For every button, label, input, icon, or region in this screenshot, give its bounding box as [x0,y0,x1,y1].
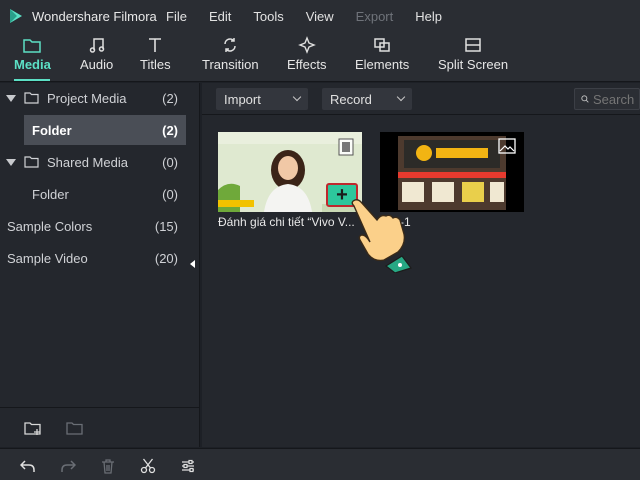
chevron-down-icon [292,92,302,102]
sparkle-icon [297,36,316,54]
caret-down-icon[interactable] [6,158,16,166]
redo-icon [61,460,76,472]
menu-file[interactable]: File [166,9,187,24]
tree-project-media[interactable]: Project Media (2) [0,83,186,113]
tree-folder-selected[interactable]: Folder (2) [24,115,186,145]
pointing-hand-icon [351,199,412,273]
menu-export: Export [355,8,394,24]
new-folder-icon[interactable] [24,420,42,436]
tab-split-screen-label: Split Screen [438,57,509,72]
delete-icon [102,459,114,474]
menu-edit[interactable]: Edit [209,9,231,24]
split-screen-icon [465,38,481,52]
caret-down-icon[interactable] [6,94,16,102]
scissors-icon[interactable] [140,458,156,474]
title-bar: Wondershare Filmora File Edit Tools View… [0,0,640,32]
tree-shared-folder[interactable]: Folder (0) [0,179,186,209]
tab-split-screen[interactable]: Split Screen [438,36,508,78]
clip-thumbnail[interactable]: + [218,132,362,212]
sidebar-footer [0,407,200,447]
menu-view[interactable]: View [306,9,334,24]
module-toolbar: Media Audio Titles Transition Effects El… [0,32,640,82]
media-clip[interactable]: + Đánh giá chi tiết “Vivo V... [218,132,364,229]
elements-icon [374,38,390,52]
search-input[interactable] [593,91,639,107]
tab-transition[interactable]: Transition [202,36,259,78]
tab-effects-label: Effects [287,57,327,72]
search-icon [581,95,589,103]
tab-effects[interactable]: Effects [287,36,327,78]
tree-shared-media[interactable]: Shared Media (0) [0,147,186,177]
tree-label: Folder [32,186,69,202]
filmora-logo-icon [8,8,24,24]
tab-elements[interactable]: Elements [355,36,409,78]
tab-audio[interactable]: Audio [80,36,113,78]
item-count: (20) [154,250,178,266]
folder-icon [24,92,39,104]
tree-sample-video[interactable]: Sample Video (20) [0,243,186,273]
music-note-icon [89,38,104,53]
record-dropdown[interactable]: Record [322,88,412,110]
app-title: Wondershare Filmora [32,8,157,24]
tab-transition-label: Transition [202,57,259,72]
collapse-sidebar-icon[interactable] [190,260,195,268]
folder-icon [23,39,42,53]
tab-titles[interactable]: Titles [140,36,171,78]
tab-audio-label: Audio [80,57,114,72]
bottom-toolbar [0,448,640,480]
media-library-panel: Import Record + Đá [202,83,640,447]
chevron-down-icon [396,92,406,102]
item-count: (15) [154,218,178,234]
tree-sample-colors[interactable]: Sample Colors (15) [0,211,186,241]
tree-label: Folder [32,122,72,138]
media-library-sidebar: Project Media (2) Folder (2) Shared Medi… [0,83,200,447]
video-clip-icon [338,138,354,156]
item-count: (0) [162,154,178,170]
clip-name: Đánh giá chi tiết “Vivo V... [218,215,355,229]
tree-label: Project Media [47,90,127,106]
menu-help[interactable]: Help [415,9,442,24]
delete-folder-icon [66,422,83,435]
import-dropdown[interactable]: Import [216,88,308,110]
tab-media-label: Media [14,57,51,72]
menu-bar: File Edit Tools View Export Help [166,9,464,24]
undo-icon[interactable] [20,458,36,474]
item-count: (2) [162,90,178,106]
transition-icon [224,38,237,52]
item-count: (0) [162,186,178,202]
tab-media[interactable]: Media [14,36,51,81]
menu-tools[interactable]: Tools [253,9,283,24]
tree-label: Shared Media [47,154,128,170]
record-label: Record [330,91,372,107]
text-t-icon [149,38,162,52]
import-label: Import [224,91,261,107]
image-icon [498,138,516,154]
tab-titles-label: Titles [140,57,171,72]
search-box[interactable] [574,88,640,110]
folder-icon [24,156,39,168]
tab-elements-label: Elements [355,57,410,72]
tree-label: Sample Colors [7,218,93,234]
tree-label: Sample Video [7,250,88,266]
media-toolbar: Import Record [202,83,640,115]
adjust-icon[interactable] [180,458,196,474]
item-count: (2) [162,122,178,138]
